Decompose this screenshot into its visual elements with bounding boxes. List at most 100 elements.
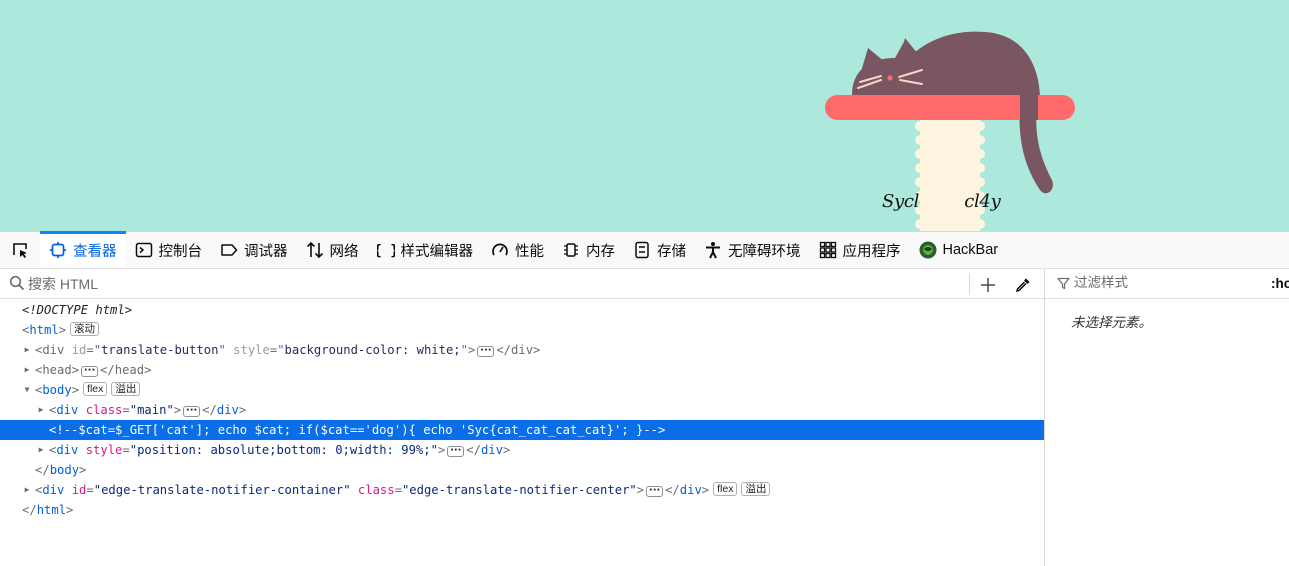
debugger-icon <box>220 241 238 259</box>
page-caption: Sycl cl4y <box>882 191 1001 212</box>
attr-name: style <box>85 443 123 457</box>
attr-value: translate-button <box>101 343 219 357</box>
tab-storage[interactable]: 存储 <box>624 232 695 268</box>
tab-label: 性能 <box>515 243 544 260</box>
attr-name: style <box>233 343 270 357</box>
search-icon <box>9 275 25 291</box>
tag-name: head <box>42 363 72 377</box>
tab-label: 调试器 <box>244 243 288 260</box>
network-icon <box>306 241 324 259</box>
attr-value: main <box>137 403 167 417</box>
tab-performance[interactable]: 性能 <box>482 232 553 268</box>
expand-twisty-icon[interactable]: ▶ <box>36 440 46 460</box>
tag-name: body <box>42 383 72 397</box>
hover-state-toggle[interactable]: :hov <box>1271 276 1289 291</box>
tab-inspector[interactable]: 查看器 <box>40 231 126 268</box>
overflow-badge[interactable]: 溢出 <box>741 482 771 496</box>
expand-twisty-icon[interactable]: ▶ <box>22 340 32 360</box>
tab-application[interactable]: 应用程序 <box>810 232 910 268</box>
html-comment-text: <!--$cat=$_GET['cat']; echo $cat; if($ca… <box>49 423 666 437</box>
expand-twisty-icon[interactable]: ▶ <box>22 360 32 380</box>
tab-label: 存储 <box>657 243 686 260</box>
attr-name: class <box>357 483 395 497</box>
markup-tree: <!DOCTYPE html> <html> 滚动 ▶ <div id="tran… <box>0 300 1044 520</box>
tag-name: head <box>114 363 145 377</box>
attr-name: id <box>71 483 87 497</box>
tree-row-doctype[interactable]: <!DOCTYPE html> <box>0 300 1044 320</box>
collapse-twisty-icon[interactable]: ▼ <box>22 380 32 400</box>
storage-icon <box>633 241 651 259</box>
tab-network[interactable]: 网络 <box>297 232 368 268</box>
collapsed-ellipsis-icon[interactable]: ··· <box>447 446 465 457</box>
tab-label: 控制台 <box>158 243 203 260</box>
console-icon <box>135 241 153 259</box>
tree-row-main-div[interactable]: ▶ <div class="main"> ··· </div> <box>0 400 1044 420</box>
no-element-message: 未选择元素。 <box>1071 315 1152 330</box>
tag-name: html <box>29 323 59 337</box>
collapsed-ellipsis-icon[interactable]: ··· <box>477 346 495 357</box>
add-node-button[interactable] <box>977 274 999 296</box>
search-html-input[interactable] <box>28 274 948 294</box>
tab-label: 内存 <box>586 243 615 260</box>
scratching-post <box>915 118 985 231</box>
hackbar-icon <box>919 241 937 259</box>
application-icon <box>819 241 837 259</box>
tab-debugger[interactable]: 调试器 <box>211 232 297 268</box>
expand-twisty-icon[interactable]: ▶ <box>22 480 32 500</box>
tree-row-absolute-div[interactable]: ▶ <div style="position: absolute;bottom:… <box>0 440 1044 460</box>
divider <box>969 273 970 295</box>
devtools-toolbar: 查看器 控制台 调试器 网络 { } 样式编辑器 性能 内存 <box>0 231 1289 269</box>
tab-hackbar[interactable]: HackBar <box>910 232 1008 268</box>
tree-row-translate-button-div[interactable]: ▶ <div id="translate-button" style="back… <box>0 340 1044 360</box>
attr-value: position: absolute;bottom: 0;width: 99%; <box>137 443 431 457</box>
rules-filter-bar: :hov <box>1045 269 1289 299</box>
element-picker-icon <box>11 241 29 259</box>
filter-styles-input[interactable] <box>1074 275 1244 290</box>
doctype-text: <!DOCTYPE html> <box>22 303 133 317</box>
flex-badge[interactable]: flex <box>83 382 108 396</box>
tab-memory[interactable]: 内存 <box>553 232 624 268</box>
svg-text:{ }: { } <box>377 243 395 259</box>
tab-label: HackBar <box>942 242 999 258</box>
scroll-badge[interactable]: 滚动 <box>70 322 100 336</box>
tag-name: div <box>42 483 65 497</box>
tag-name: div <box>56 403 79 417</box>
tab-label: 无障碍环境 <box>728 243 801 260</box>
overflow-badge[interactable]: 溢出 <box>111 382 141 396</box>
tag-name: html <box>36 503 67 517</box>
markup-panel: <!DOCTYPE html> <html>滚动 ▶ <div id="tran… <box>0 269 1044 566</box>
tree-row-head[interactable]: ▶ <head> ··· </head> <box>0 360 1044 380</box>
element-picker-button[interactable] <box>0 232 40 268</box>
tag-name: div <box>679 483 702 497</box>
performance-icon <box>491 241 509 259</box>
attr-value: edge-translate-notifier-center <box>409 483 630 497</box>
markup-search-bar <box>0 269 1044 299</box>
attr-name: id <box>71 343 87 357</box>
tab-style-editor[interactable]: { } 样式编辑器 <box>368 232 483 268</box>
collapsed-ellipsis-icon[interactable]: ··· <box>183 406 201 417</box>
tab-accessibility[interactable]: 无障碍环境 <box>695 232 810 268</box>
collapsed-ellipsis-icon[interactable]: ··· <box>646 486 664 497</box>
tree-row-body[interactable]: ▼ <body> flex 溢出 <box>0 380 1044 400</box>
tag-name: div <box>511 343 534 357</box>
expand-twisty-icon[interactable]: ▶ <box>36 400 46 420</box>
page-viewport: Sycl cl4y <box>0 0 1289 231</box>
tab-label: 应用程序 <box>842 243 901 260</box>
eyedropper-icon[interactable] <box>1012 274 1034 296</box>
sleeping-cat-illustration <box>825 31 1075 231</box>
style-editor-icon: { } <box>377 241 395 259</box>
tree-row-html-close[interactable]: </html> <box>0 500 1044 520</box>
tree-row-html[interactable]: <html> 滚动 <box>0 320 1044 340</box>
collapsed-ellipsis-icon[interactable]: ··· <box>81 366 99 377</box>
attr-value: background-color: white; <box>284 343 461 357</box>
tab-label: 网络 <box>329 243 359 260</box>
filter-icon <box>1057 277 1070 290</box>
tag-name: div <box>480 443 503 457</box>
tree-row-notifier-div[interactable]: ▶ <div id="edge-translate-notifier-conta… <box>0 480 1044 500</box>
tag-name: div <box>42 343 65 357</box>
tree-row-body-close[interactable]: </body> <box>0 460 1044 480</box>
tree-row-comment-selected[interactable]: <!--$cat=$_GET['cat']; echo $cat; if($ca… <box>0 420 1044 440</box>
rules-sidebar: :hov 未选择元素。 <box>1044 269 1289 566</box>
flex-badge[interactable]: flex <box>713 482 738 496</box>
tab-console[interactable]: 控制台 <box>126 232 212 268</box>
